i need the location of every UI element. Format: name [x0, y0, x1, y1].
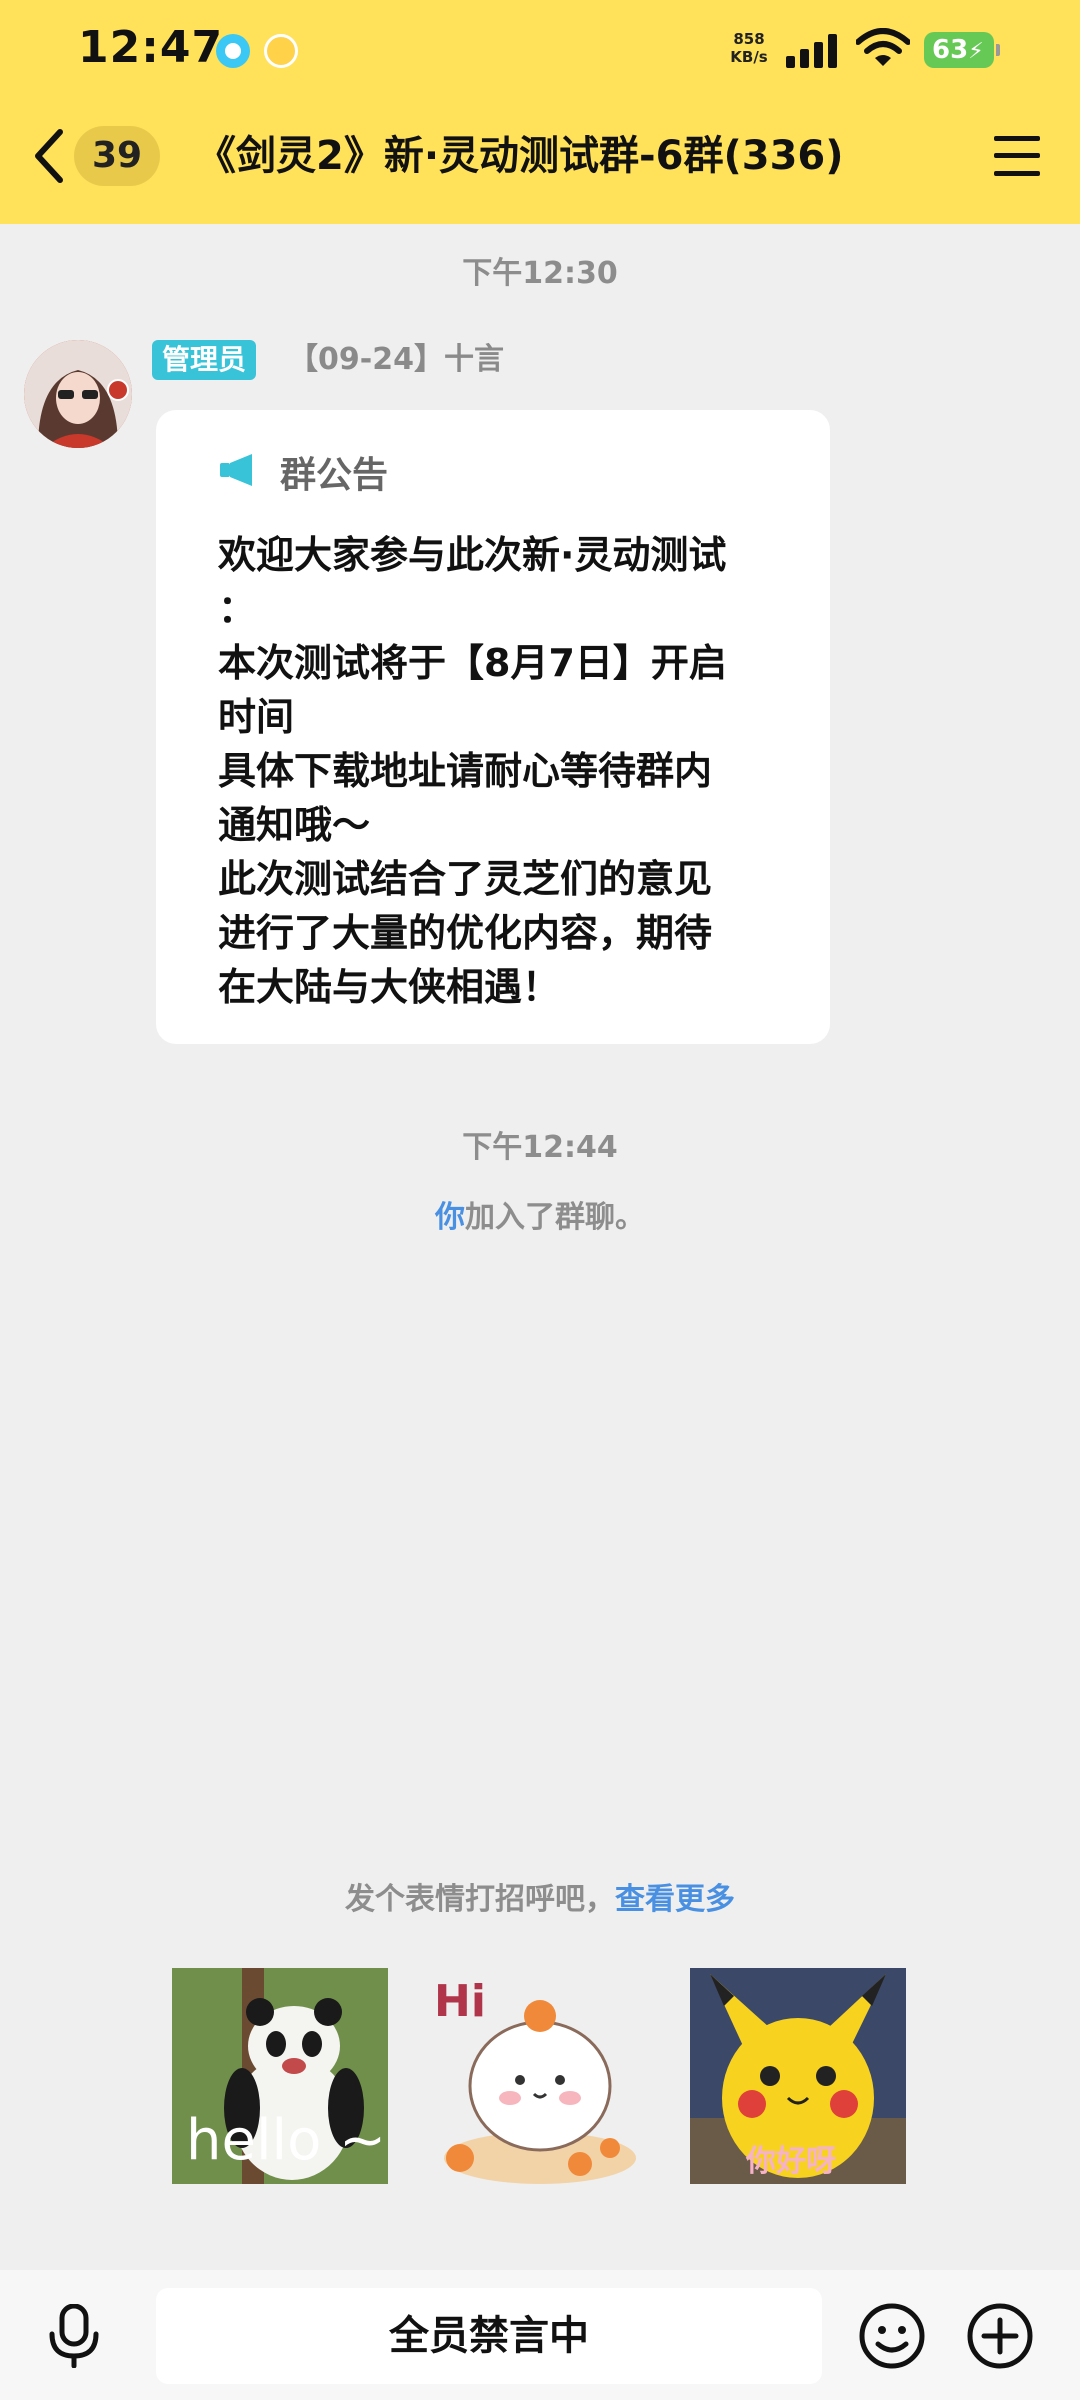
signal-icon — [786, 34, 838, 68]
muted-message-box: 全员禁言中 — [156, 2288, 822, 2384]
group-notice-card[interactable]: 群公告 欢迎大家参与此次新·灵动测试 ： 本次测试将于【8月7日】开启 时间 具… — [156, 410, 830, 1044]
battery-icon: 63⚡ — [924, 32, 1000, 68]
sticker-bunny-hi[interactable]: Hi — [430, 1968, 646, 2184]
view-more-link[interactable]: 查看更多 — [615, 1882, 735, 1917]
menu-button[interactable] — [994, 136, 1040, 176]
wifi-icon — [856, 28, 910, 66]
system-message-you[interactable]: 你 — [435, 1200, 465, 1235]
emoji-icon[interactable] — [858, 2302, 926, 2370]
sticker-panda-hello[interactable]: hello ~ — [172, 1968, 388, 2184]
notification-app-icon — [216, 34, 250, 68]
sticker-2-text: Hi — [434, 1976, 486, 2027]
system-message-text: 加入了群聊。 — [465, 1200, 645, 1235]
message-time-label-2: 下午12:44 — [462, 1130, 618, 1165]
battery-level: 63 — [932, 35, 969, 65]
unread-count-badge[interactable]: 39 — [74, 126, 160, 186]
microphone-icon[interactable] — [46, 2304, 102, 2368]
back-button[interactable] — [30, 126, 70, 186]
message-time-label: 下午12:30 — [462, 256, 618, 291]
admin-tag: 管理员 — [152, 340, 257, 380]
network-speed-value: 858 — [733, 30, 765, 48]
megaphone-icon — [220, 454, 252, 486]
sticker-pikachu[interactable]: 你好呀 — [690, 1968, 906, 2184]
sticker-hint: 发个表情打招呼吧，查看更多 — [0, 1874, 1080, 1918]
network-speed-unit: KB/s — [730, 48, 768, 66]
input-bar: 全员禁言中 — [0, 2270, 1080, 2400]
network-speed: 858 KB/s — [724, 30, 774, 66]
chat-header: 12:47 858 KB/s 63⚡ 39 《剑灵2》新·灵动测试群-6群(33… — [0, 0, 1080, 224]
sticker-1-text: hello ~ — [186, 2108, 387, 2173]
avatar[interactable] — [24, 340, 132, 448]
status-time: 12:47 — [78, 22, 224, 73]
sticker-3-text: 你好呀 — [746, 2144, 836, 2179]
notification-app-icon-2 — [264, 34, 298, 68]
sticker-hint-text: 发个表情打招呼吧， — [345, 1882, 615, 1917]
chat-title: 《剑灵2》新·灵动测试群-6群(336) — [196, 133, 844, 179]
notice-title: 群公告 — [280, 455, 389, 496]
notice-body: 欢迎大家参与此次新·灵动测试 ： 本次测试将于【8月7日】开启 时间 具体下载地… — [218, 533, 727, 1009]
sender-name[interactable]: 【09-24】十言 — [288, 340, 504, 380]
add-icon[interactable] — [966, 2302, 1034, 2370]
avatar-image — [24, 340, 132, 448]
system-message: 你加入了群聊。 — [0, 1192, 1080, 1236]
